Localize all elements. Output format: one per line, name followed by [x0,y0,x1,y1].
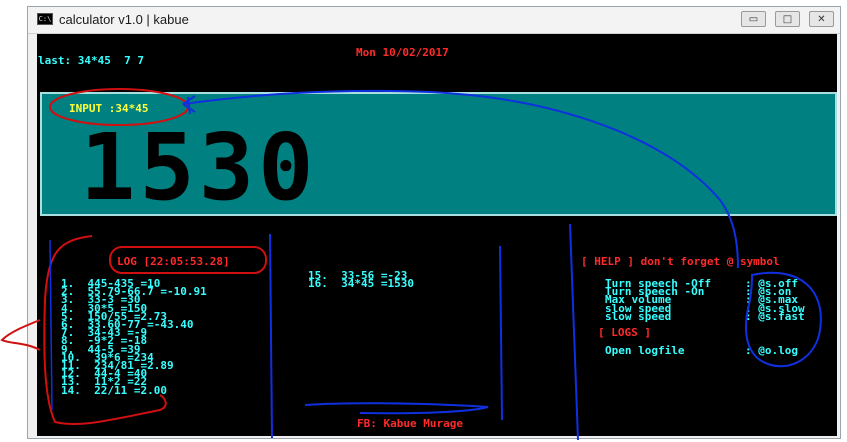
title-bar[interactable]: C:\ calculator v1.0 | kabue ▭ □ ✕ [28,7,840,34]
date-display: Mon 10/02/2017 [356,46,449,59]
help-title: [ HELP ] don't forget @ symbol [581,255,780,268]
close-button[interactable]: ✕ [809,11,834,27]
window-title: calculator v1.0 | kabue [59,12,189,27]
maximize-button[interactable]: □ [775,11,800,27]
log-command: Open logfile : @o.log [605,344,798,357]
maximize-icon: □ [782,13,793,25]
input-label: INPUT :34*45 [69,102,149,115]
help-command-label: slow speed [605,309,672,323]
log-list: 1. 445-435 =10 2. 55.79-66.7 =-10.91 3. … [61,278,207,397]
help-commands: Turn speech -Off: @s.off Turn speech -On… [605,278,805,323]
logs-title: [ LOGS ] [598,326,651,339]
help-command-code: : @s.fast [745,309,805,323]
footer-credit: FB: Kabue Murage [357,417,463,430]
log-title: LOG [22:05:53.28] [117,255,230,268]
log-command-code: : @o.log [745,344,798,357]
display-panel: INPUT :34*45 1530 [40,92,837,216]
log-list-continued: 15. 33-56 =-23 16. 34*45 =1530 [308,270,414,291]
list-item: 16. 34*45 =1530 [308,277,414,291]
result-display: 1530 [80,114,318,221]
cmd-icon: C:\ [37,13,53,25]
minimize-button[interactable]: ▭ [741,11,766,27]
minimize-icon: ▭ [748,13,759,25]
list-item: 14. 22/11 =2.00 [61,383,167,397]
help-command: slow speed : @s.fast [605,309,805,323]
close-icon: ✕ [817,13,826,25]
log-command-label: Open logfile [605,344,685,357]
console-area[interactable]: last: 34*45 7 7 Mon 10/02/2017 INPUT :34… [37,34,837,436]
last-calculation: last: 34*45 7 7 [38,54,144,67]
console-window: C:\ calculator v1.0 | kabue ▭ □ ✕ last: … [27,6,841,439]
